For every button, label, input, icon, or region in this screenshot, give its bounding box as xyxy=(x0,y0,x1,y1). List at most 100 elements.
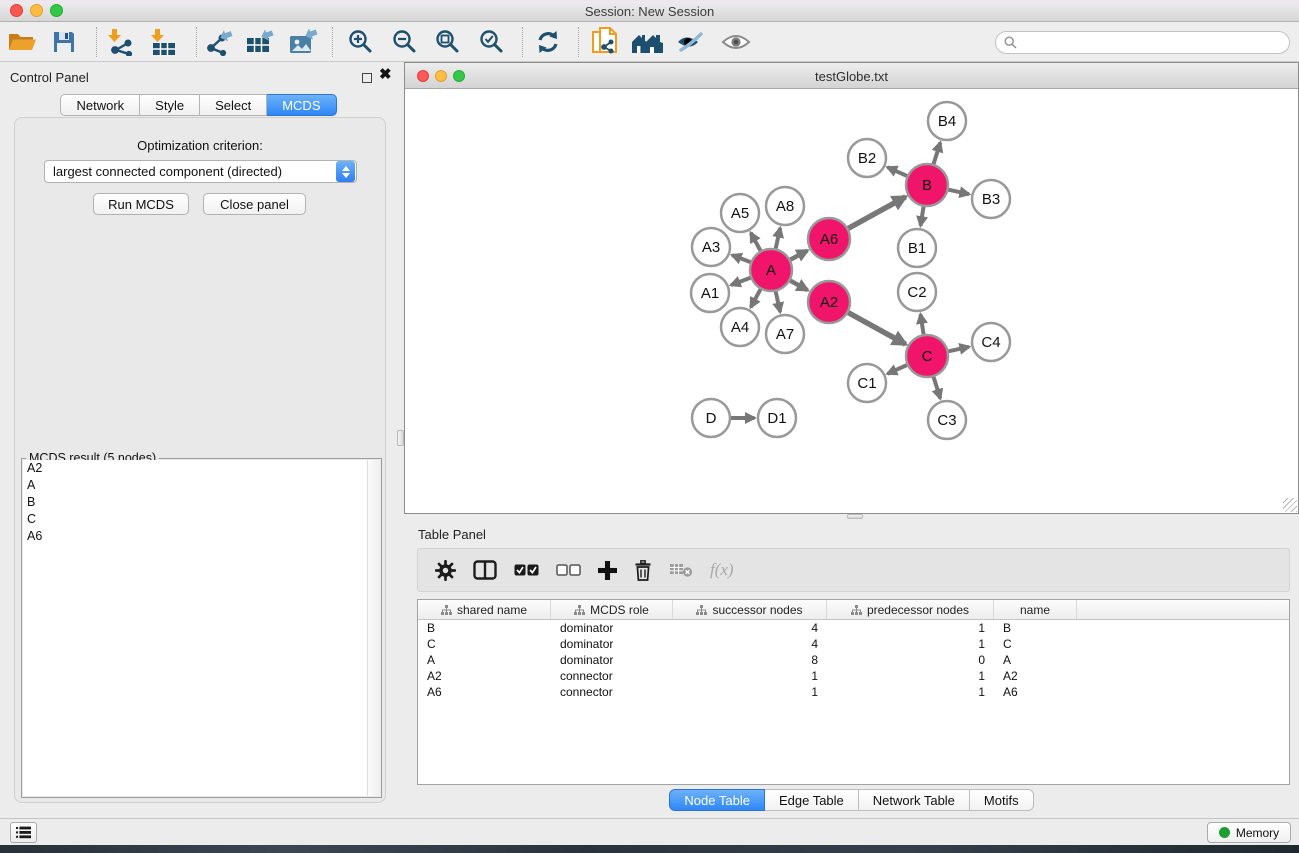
graph-node-D[interactable]: D xyxy=(692,399,730,437)
run-mcds-button[interactable]: Run MCDS xyxy=(93,193,189,215)
save-session-icon[interactable] xyxy=(46,27,82,57)
table-cell[interactable]: 4 xyxy=(673,637,827,651)
table-cell[interactable]: B xyxy=(418,621,551,635)
table-cell[interactable]: connector xyxy=(551,685,673,699)
search-input[interactable] xyxy=(1022,36,1289,50)
vertical-splitter[interactable] xyxy=(397,62,404,818)
graph-node-A[interactable]: A xyxy=(750,249,792,291)
table-row[interactable]: A6connector11A6 xyxy=(418,684,1289,700)
graph-node-D1[interactable]: D1 xyxy=(758,399,796,437)
splitter-handle[interactable] xyxy=(397,430,404,446)
import-table-icon[interactable] xyxy=(145,27,181,57)
edge-B-B4[interactable] xyxy=(934,142,941,164)
column-header-predecessor-nodes[interactable]: predecessor nodes xyxy=(827,600,994,619)
search-box[interactable] xyxy=(995,31,1290,54)
mcds-result-item[interactable]: C xyxy=(23,511,368,528)
zoom-out-icon[interactable] xyxy=(387,27,423,57)
show-all-icon[interactable] xyxy=(718,27,754,57)
edge-C-C2[interactable] xyxy=(920,314,923,334)
optimization-criterion-select[interactable]: largest connected component (directed) xyxy=(44,160,357,183)
close-panel-icon[interactable]: ✖ xyxy=(379,68,392,82)
graph-node-B3[interactable]: B3 xyxy=(972,180,1010,218)
graph-node-B4[interactable]: B4 xyxy=(928,102,966,140)
edge-A6-B[interactable] xyxy=(848,197,905,229)
mcds-list-scrollbar[interactable] xyxy=(367,460,380,796)
table-cell[interactable]: A xyxy=(418,653,551,667)
graph-node-C2[interactable]: C2 xyxy=(898,273,936,311)
graph-node-A8[interactable]: A8 xyxy=(766,187,804,225)
mcds-result-item[interactable]: B xyxy=(23,494,368,511)
graph-node-A3[interactable]: A3 xyxy=(692,228,730,266)
zoom-fit-icon[interactable] xyxy=(430,27,466,57)
column-header-name[interactable]: name xyxy=(994,600,1077,619)
edge-A-A4[interactable] xyxy=(751,289,761,307)
graph-node-B2[interactable]: B2 xyxy=(848,139,886,177)
graph-node-A7[interactable]: A7 xyxy=(766,315,804,353)
export-image-icon[interactable] xyxy=(285,27,321,57)
edge-A-A3[interactable] xyxy=(732,255,750,262)
table-cell[interactable]: 1 xyxy=(673,669,827,683)
zoom-selected-icon[interactable] xyxy=(474,27,510,57)
mcds-result-item[interactable]: A6 xyxy=(23,528,368,545)
table-cell[interactable]: 1 xyxy=(673,685,827,699)
tab-mcds[interactable]: MCDS xyxy=(267,94,336,116)
edge-A2-C[interactable] xyxy=(848,313,905,345)
table-cell[interactable]: A6 xyxy=(418,685,551,699)
table-cell[interactable]: 1 xyxy=(827,669,994,683)
edge-B-B1[interactable] xyxy=(921,207,924,226)
delete-column-icon[interactable] xyxy=(634,560,652,581)
deselect-all-icon[interactable] xyxy=(556,564,581,576)
table-cell[interactable]: 1 xyxy=(827,637,994,651)
table-cell[interactable]: dominator xyxy=(551,637,673,651)
float-panel-icon[interactable] xyxy=(362,73,372,83)
edge-C-C1[interactable] xyxy=(888,365,907,374)
graph-node-B[interactable]: B xyxy=(906,164,948,206)
graph-node-C4[interactable]: C4 xyxy=(972,323,1010,361)
column-header-shared-name[interactable]: shared name xyxy=(418,600,551,619)
select-all-icon[interactable] xyxy=(514,564,539,576)
first-neighbors-icon[interactable] xyxy=(629,27,665,57)
edge-B-B3[interactable] xyxy=(948,190,969,194)
edge-A-A5[interactable] xyxy=(751,233,761,251)
open-session-icon[interactable] xyxy=(4,27,40,57)
table-cell[interactable]: 1 xyxy=(827,685,994,699)
show-panels-button[interactable] xyxy=(10,822,37,843)
table-cell[interactable]: A6 xyxy=(994,685,1077,699)
new-network-from-selection-icon[interactable] xyxy=(587,27,623,57)
table-row[interactable]: A2connector11A2 xyxy=(418,668,1289,684)
graph-node-C3[interactable]: C3 xyxy=(928,401,966,439)
edge-A-A2[interactable] xyxy=(790,281,807,291)
table-cell[interactable]: A xyxy=(994,653,1077,667)
table-cell[interactable]: B xyxy=(994,621,1077,635)
mcds-result-list[interactable]: A2ABCA6 xyxy=(23,460,368,796)
edge-B-B2[interactable] xyxy=(888,167,907,176)
table-cell[interactable]: dominator xyxy=(551,621,673,635)
tab-select[interactable]: Select xyxy=(200,94,267,116)
graph-node-C1[interactable]: C1 xyxy=(848,364,886,402)
table-cell[interactable]: 0 xyxy=(827,653,994,667)
mcds-result-item[interactable]: A2 xyxy=(23,460,368,477)
network-graph[interactable]: B4B2BB3A8A5A6A3B1AA1C2A2A4A7C4CC1C3DD1 xyxy=(405,89,1298,513)
table-options-icon[interactable] xyxy=(435,560,456,581)
export-table-icon[interactable] xyxy=(242,27,278,57)
refresh-icon[interactable] xyxy=(530,27,566,57)
hide-selected-icon[interactable] xyxy=(672,27,708,57)
table-cell[interactable]: C xyxy=(418,637,551,651)
zoom-in-icon[interactable] xyxy=(343,27,379,57)
graph-node-A6[interactable]: A6 xyxy=(808,218,850,260)
tab-motifs[interactable]: Motifs xyxy=(970,789,1034,811)
tab-style[interactable]: Style xyxy=(140,94,200,116)
tab-node-table[interactable]: Node Table xyxy=(669,789,765,811)
tab-edge-table[interactable]: Edge Table xyxy=(765,789,859,811)
table-cell[interactable]: 8 xyxy=(673,653,827,667)
tab-network[interactable]: Network xyxy=(60,94,140,116)
table-cell[interactable]: A2 xyxy=(994,669,1077,683)
export-network-icon[interactable] xyxy=(200,27,236,57)
graph-node-A2[interactable]: A2 xyxy=(808,281,850,323)
tab-network-table[interactable]: Network Table xyxy=(859,789,970,811)
table-cell[interactable]: 4 xyxy=(673,621,827,635)
window-resize-grip[interactable] xyxy=(1283,498,1297,512)
table-cell[interactable]: C xyxy=(994,637,1077,651)
table-row[interactable]: Adominator80A xyxy=(418,652,1289,668)
column-header-successor-nodes[interactable]: successor nodes xyxy=(673,600,827,619)
